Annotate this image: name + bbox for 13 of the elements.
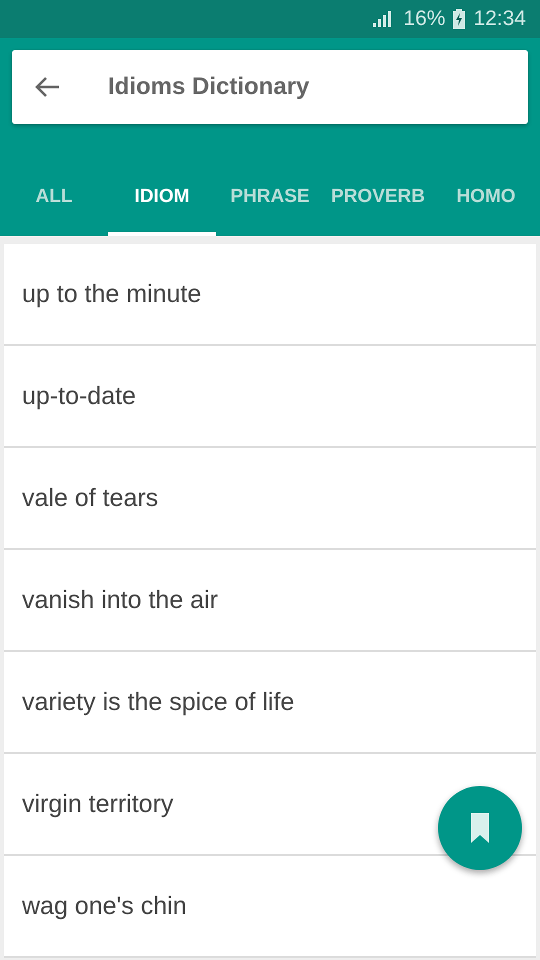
back-arrow-icon	[34, 76, 60, 98]
battery-icon	[453, 9, 466, 29]
list-item[interactable]: up to the minute	[4, 244, 536, 346]
toolbar-title: Idioms Dictionary	[108, 73, 310, 101]
list-item[interactable]: vale of tears	[4, 448, 536, 550]
battery-percent: 16%	[403, 7, 446, 31]
signal-icon	[373, 11, 392, 27]
tab[interactable]: IDIOM	[108, 186, 216, 236]
list-item[interactable]: vanish into the air	[4, 550, 536, 652]
list-item[interactable]: variety is the spice of life	[4, 652, 536, 754]
list-item[interactable]: up-to-date	[4, 346, 536, 448]
bookmark-icon	[471, 813, 489, 843]
clock: 12:34	[473, 7, 526, 31]
